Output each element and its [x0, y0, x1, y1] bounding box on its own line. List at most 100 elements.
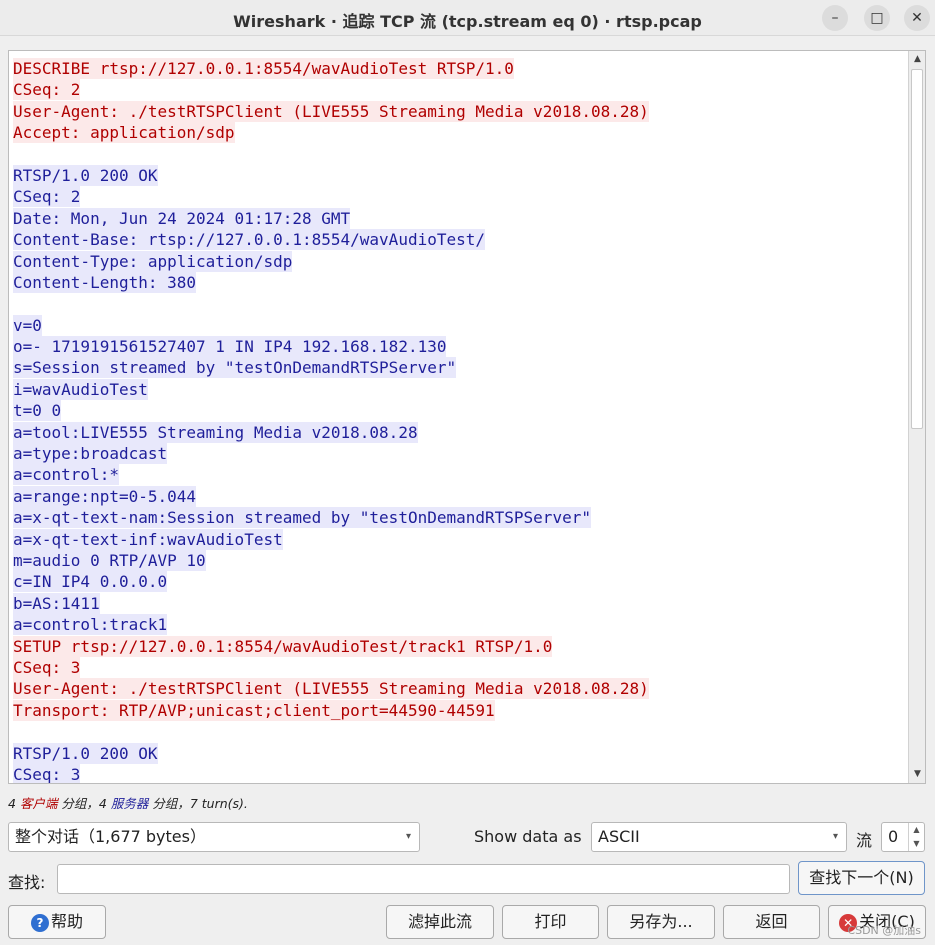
status-tail: 分组，7 turn(s).	[148, 796, 248, 811]
stream-line-client: CSeq: 3	[13, 656, 905, 678]
stream-line-server: a=control:track1	[13, 614, 905, 636]
stream-line-client: CSeq: 2	[13, 79, 905, 101]
stream-line-text: o=- 1719191561527407 1 IN IP4 192.168.18…	[13, 336, 447, 358]
stream-line-server: c=IN IP4 0.0.0.0	[13, 571, 905, 593]
vertical-scrollbar[interactable]: ▲ ▼	[908, 51, 925, 783]
stream-line-text: a=range:npt=0-5.044	[13, 485, 197, 507]
scroll-down-arrow-icon[interactable]: ▼	[909, 766, 925, 783]
help-icon: ?	[30, 913, 49, 932]
chevron-down-icon: ▾	[832, 831, 838, 842]
stream-line-server: a=x-qt-text-nam:Session streamed by "tes…	[13, 507, 905, 529]
stream-line-text: User-Agent: ./testRTSPClient (LIVE555 St…	[13, 678, 649, 700]
stream-line-server: a=type:broadcast	[13, 443, 905, 465]
stream-line-text: Transport: RTP/AVP;unicast;client_port=4…	[13, 699, 495, 721]
stream-line-text: Content-Base: rtsp://127.0.0.1:8554/wavA…	[13, 229, 486, 251]
stream-line-text: c=IN IP4 0.0.0.0	[13, 571, 168, 593]
show-data-as-value: ASCII	[598, 827, 640, 846]
stream-line-server: t=0 0	[13, 400, 905, 422]
close-window-button[interactable]: ✕	[904, 5, 930, 31]
stream-line-server: Content-Base: rtsp://127.0.0.1:8554/wavA…	[13, 229, 905, 251]
spin-arrows-icon[interactable]: ▲ ▼	[908, 823, 924, 851]
stream-line-text: m=audio 0 RTP/AVP 10	[13, 549, 206, 571]
stream-line-server: RTSP/1.0 200 OK	[13, 742, 905, 764]
stream-line-text: a=x-qt-text-inf:wavAudioTest	[13, 528, 283, 550]
stream-line-text: a=type:broadcast	[13, 443, 168, 465]
stream-line-server: a=tool:LIVE555 Streaming Media v2018.08.…	[13, 421, 905, 443]
stream-line-text: a=control:*	[13, 464, 119, 486]
save-as-button[interactable]: 另存为...	[607, 905, 715, 939]
back-button[interactable]: 返回	[723, 905, 820, 939]
stream-blank-line	[13, 721, 905, 742]
stream-line-text: CSeq: 3	[13, 656, 81, 678]
stream-line-text: i=wavAudioTest	[13, 378, 148, 400]
stream-line-text: CSeq: 2	[13, 79, 81, 101]
stream-lines: DESCRIBE rtsp://127.0.0.1:8554/wavAudioT…	[13, 58, 905, 784]
conversation-select-value: 整个对话（1,677 bytes）	[15, 827, 206, 846]
stream-line-server: Content-Length: 380	[13, 271, 905, 293]
stream-line-text: a=x-qt-text-nam:Session streamed by "tes…	[13, 507, 591, 529]
stream-line-client: User-Agent: ./testRTSPClient (LIVE555 St…	[13, 678, 905, 700]
stream-line-text: Content-Type: application/sdp	[13, 250, 293, 272]
stream-line-text: a=tool:LIVE555 Streaming Media v2018.08.…	[13, 421, 418, 443]
stream-blank-line	[13, 144, 905, 165]
status-mid: 分组，4	[57, 796, 111, 811]
watermark: CSDN @加油s	[847, 924, 921, 937]
stream-line-server: Date: Mon, Jun 24 2024 01:17:28 GMT	[13, 207, 905, 229]
show-data-as-select[interactable]: ASCII ▾	[591, 822, 847, 852]
conversation-select[interactable]: 整个对话（1,677 bytes） ▾	[8, 822, 420, 852]
stream-line-server: b=AS:1411	[13, 592, 905, 614]
status-server-word: 服务器	[110, 796, 149, 811]
stream-line-text: DESCRIBE rtsp://127.0.0.1:8554/wavAudioT…	[13, 58, 514, 79]
stream-line-server: a=control:*	[13, 464, 905, 486]
stream-line-server: a=range:npt=0-5.044	[13, 485, 905, 507]
stream-line-server: CSeq: 3	[13, 763, 905, 784]
stream-line-text: User-Agent: ./testRTSPClient (LIVE555 St…	[13, 100, 649, 122]
stream-line-text: s=Session streamed by "testOnDemandRTSPS…	[13, 357, 457, 379]
maximize-button[interactable]: □	[864, 5, 890, 31]
help-button[interactable]: ? 帮助	[8, 905, 106, 939]
stream-line-server: CSeq: 2	[13, 186, 905, 208]
stream-line-server: RTSP/1.0 200 OK	[13, 164, 905, 186]
stream-line-text: Content-Length: 380	[13, 271, 197, 293]
status-client-word: 客户端	[19, 796, 58, 811]
stream-line-text: v=0	[13, 314, 42, 336]
packet-summary-status: 4 客户端 分组，4 服务器 分组，7 turn(s).	[8, 793, 248, 812]
stream-line-text: a=control:track1	[13, 614, 168, 636]
chevron-down-icon: ▾	[405, 831, 411, 842]
stream-line-server: Content-Type: application/sdp	[13, 250, 905, 272]
find-label: 查找:	[8, 873, 46, 892]
stream-line-text: CSeq: 3	[13, 763, 81, 784]
stream-line-client: User-Agent: ./testRTSPClient (LIVE555 St…	[13, 100, 905, 122]
print-button[interactable]: 打印	[502, 905, 599, 939]
stream-number-label: 流	[856, 831, 873, 850]
filter-out-stream-button[interactable]: 滤掉此流	[386, 905, 494, 939]
stream-line-text: RTSP/1.0 200 OK	[13, 742, 158, 764]
scroll-up-arrow-icon[interactable]: ▲	[909, 51, 925, 68]
find-input[interactable]	[57, 864, 790, 894]
stream-text-area[interactable]: DESCRIBE rtsp://127.0.0.1:8554/wavAudioT…	[8, 50, 926, 784]
scroll-thumb[interactable]	[911, 69, 923, 429]
window-title: Wireshark · 追踪 TCP 流 (tcp.stream eq 0) ·…	[233, 12, 702, 31]
stream-line-text: CSeq: 2	[13, 186, 81, 208]
stream-line-server: o=- 1719191561527407 1 IN IP4 192.168.18…	[13, 336, 905, 358]
stream-number-value: 0	[888, 827, 899, 846]
find-next-button[interactable]: 查找下一个(N)	[798, 861, 925, 895]
stream-line-text: RTSP/1.0 200 OK	[13, 164, 158, 186]
minimize-button[interactable]: –	[822, 5, 848, 31]
stream-line-server: s=Session streamed by "testOnDemandRTSPS…	[13, 357, 905, 379]
stream-line-text: SETUP rtsp://127.0.0.1:8554/wavAudioTest…	[13, 635, 553, 657]
stream-line-server: i=wavAudioTest	[13, 378, 905, 400]
show-data-as-label: Show data as	[474, 827, 582, 846]
stream-line-client: Accept: application/sdp	[13, 122, 905, 144]
stream-line-text: b=AS:1411	[13, 592, 100, 614]
stream-line-server: a=x-qt-text-inf:wavAudioTest	[13, 528, 905, 550]
stream-line-client: Transport: RTP/AVP;unicast;client_port=4…	[13, 699, 905, 721]
stream-line-client: SETUP rtsp://127.0.0.1:8554/wavAudioTest…	[13, 635, 905, 657]
stream-number-spinbox[interactable]: 0 ▲ ▼	[881, 822, 925, 852]
status-client-count: 4	[8, 796, 20, 811]
stream-line-text: Date: Mon, Jun 24 2024 01:17:28 GMT	[13, 207, 351, 229]
stream-line-server: v=0	[13, 314, 905, 336]
title-bar: Wireshark · 追踪 TCP 流 (tcp.stream eq 0) ·…	[0, 0, 935, 36]
stream-line-server: m=audio 0 RTP/AVP 10	[13, 549, 905, 571]
stream-line-text: Accept: application/sdp	[13, 122, 235, 144]
